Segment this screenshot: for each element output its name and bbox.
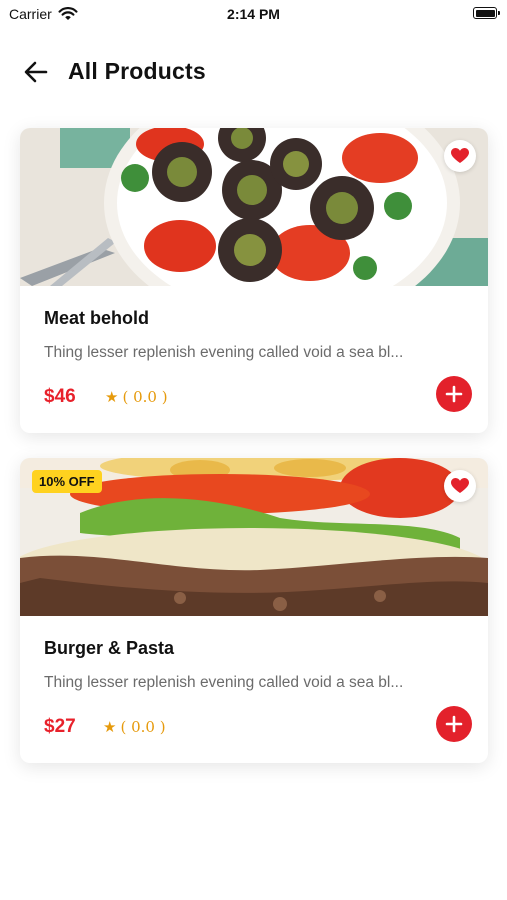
- star-icon: ★: [105, 388, 119, 406]
- plus-icon: [445, 385, 463, 403]
- product-card[interactable]: 10% OFF Burger & Pasta Thing lesser repl…: [20, 458, 488, 763]
- plus-icon: [445, 715, 463, 733]
- add-to-cart-button[interactable]: [436, 376, 472, 412]
- rating-value: ( 0.0 ): [120, 718, 166, 736]
- battery-icon: [473, 7, 500, 19]
- favorite-button[interactable]: [444, 140, 476, 172]
- product-name: Burger & Pasta: [44, 638, 175, 658]
- product-price: $27: [44, 716, 76, 737]
- product-description: Thing lesser replenish evening called vo…: [44, 674, 404, 691]
- product-rating: ★( 0.0 ): [103, 718, 166, 736]
- product-description: Thing lesser replenish evening called vo…: [44, 344, 404, 361]
- heart-icon: [451, 478, 469, 493]
- heart-icon: [451, 148, 469, 163]
- product-name: Meat behold: [44, 308, 150, 328]
- add-to-cart-button[interactable]: [436, 706, 472, 742]
- discount-badge: 10% OFF: [32, 470, 102, 493]
- favorite-button[interactable]: [444, 470, 476, 502]
- app-header: All Products: [0, 52, 507, 92]
- rating-value: ( 0.0 ): [122, 388, 168, 406]
- page-title: All Products: [68, 58, 206, 84]
- arrow-left-icon[interactable]: [20, 56, 52, 88]
- star-icon: ★: [103, 718, 117, 736]
- product-rating: ★( 0.0 ): [105, 388, 168, 406]
- product-price: $46: [44, 386, 76, 407]
- status-time: 2:14 PM: [227, 6, 280, 22]
- product-image: [20, 128, 488, 286]
- product-card[interactable]: Meat behold Thing lesser replenish eveni…: [20, 128, 488, 433]
- status-bar: Carrier 2:14 PM: [0, 0, 507, 28]
